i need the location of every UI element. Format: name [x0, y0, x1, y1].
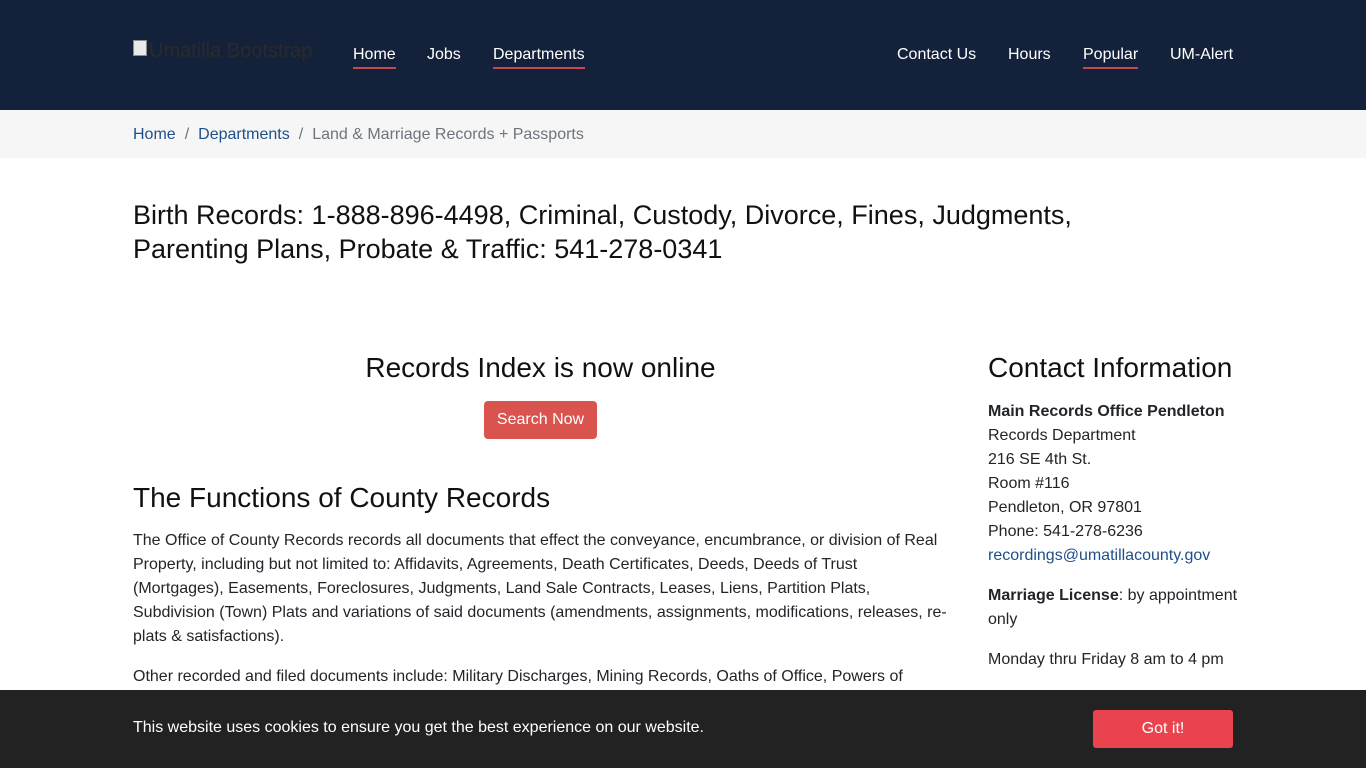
office-room: Room #116 — [988, 475, 1070, 492]
breadcrumb-current: Land & Marriage Records + Passports — [312, 126, 584, 143]
contact-heading: Contact Information — [988, 352, 1233, 383]
cookie-message: This website uses cookies to ensure you … — [133, 719, 704, 736]
office-hours: Monday thru Friday 8 am to 4 pm — [988, 651, 1224, 668]
marriage-license-label: Marriage License — [988, 587, 1119, 604]
breadcrumb-list: Home / Departments / Land & Marriage Rec… — [133, 125, 584, 145]
cookie-banner: This website uses cookies to ensure you … — [0, 690, 1366, 768]
breadcrumb: Home / Departments / Land & Marriage Rec… — [0, 110, 1366, 158]
office-street: 216 SE 4th St. — [988, 451, 1092, 468]
functions-heading: The Functions of County Records — [133, 482, 551, 513]
nav-popular[interactable]: Popular — [1083, 45, 1139, 69]
page-title: Birth Records: 1-888-896-4498, Criminal,… — [133, 200, 1072, 264]
office-email-link[interactable]: recordings@umatillacounty.gov — [988, 544, 1248, 568]
nav-hours[interactable]: Hours — [1008, 45, 1051, 67]
other-documents-paragraph: Other recorded and filed documents inclu… — [133, 668, 903, 685]
top-navbar: Umatilla Bootstrap Home Jobs Departments… — [0, 0, 1366, 110]
breadcrumb-home[interactable]: Home — [133, 125, 176, 145]
nav-contact-us[interactable]: Contact Us — [897, 45, 976, 67]
nav-home[interactable]: Home — [353, 45, 396, 69]
office-department: Records Department — [988, 427, 1136, 444]
nav-um-alert[interactable]: UM-Alert — [1170, 45, 1233, 67]
nav-jobs[interactable]: Jobs — [427, 45, 461, 67]
nav-departments[interactable]: Departments — [493, 45, 585, 69]
marriage-license-info: Marriage License: by appointment only — [988, 584, 1248, 632]
office-name: Main Records Office Pendleton — [988, 403, 1225, 420]
logo-alt-text: Umatilla Bootstrap — [149, 40, 313, 62]
office-phone: Phone: 541-278-6236 — [988, 523, 1143, 540]
breadcrumb-separator: / — [184, 126, 190, 143]
breadcrumb-departments[interactable]: Departments — [198, 125, 290, 145]
site-logo[interactable]: Umatilla Bootstrap — [133, 40, 312, 63]
functions-paragraph: The Office of County Records records all… — [133, 532, 947, 645]
office-city: Pendleton, OR 97801 — [988, 499, 1142, 516]
cookie-accept-button[interactable]: Got it! — [1093, 710, 1233, 748]
broken-image-icon — [133, 40, 147, 56]
contact-info: Main Records Office Pendleton Records De… — [988, 400, 1248, 672]
breadcrumb-separator: / — [298, 126, 304, 143]
records-index-heading: Records Index is now online — [365, 352, 716, 383]
search-now-button[interactable]: Search Now — [484, 401, 597, 439]
